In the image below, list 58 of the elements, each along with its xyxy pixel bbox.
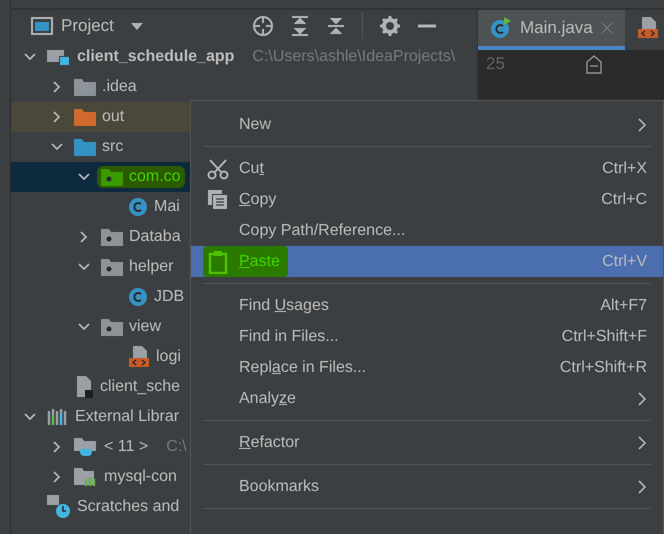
scissors-icon	[207, 158, 229, 180]
menu-item[interactable]: Find in Files... Ctrl+Shift+F	[191, 321, 663, 352]
scratches-clock-icon	[47, 495, 71, 519]
path-hint: C:\	[166, 438, 187, 456]
file-icon	[74, 376, 94, 398]
tree-item[interactable]: External Librar	[75, 408, 180, 426]
tree-item[interactable]: Scratches and	[77, 498, 180, 516]
tree-item[interactable]: < 11 >	[104, 438, 148, 456]
folder-icon	[74, 138, 96, 156]
clipboard-icon	[207, 250, 229, 274]
tree-item[interactable]: client_schedule_app	[77, 48, 234, 66]
class-icon	[490, 17, 512, 39]
crosshair-icon[interactable]	[252, 15, 274, 37]
tree-item[interactable]: logi	[156, 348, 181, 366]
tree-item[interactable]: mysql-con	[104, 468, 177, 486]
folder-icon	[74, 108, 96, 126]
copy-icon	[207, 188, 229, 210]
folder-icon	[101, 168, 123, 186]
menu-item[interactable]: Refactor	[191, 427, 663, 458]
settings-icon[interactable]	[378, 15, 401, 37]
folder-cup-icon	[74, 437, 98, 457]
menu-item[interactable]: New	[191, 109, 663, 140]
expand-all-icon[interactable]	[290, 15, 310, 37]
menu-item[interactable]: Analyze	[191, 383, 663, 414]
menu-item[interactable]: Replace in Files... Ctrl+Shift+R	[191, 352, 663, 383]
panel-title[interactable]: Project	[61, 16, 114, 36]
tree-item[interactable]: out	[102, 108, 124, 126]
menu-item[interactable]: Copy Ctrl+C	[191, 184, 663, 215]
menu-item[interactable]: Copy Path/Reference...	[191, 215, 663, 246]
tree-item[interactable]: JDB	[154, 288, 184, 306]
module-icon	[47, 47, 71, 67]
tree-item[interactable]: .idea	[102, 78, 137, 96]
tree-item[interactable]: src	[102, 138, 124, 156]
tree-item[interactable]: helper	[129, 258, 174, 276]
class-icon	[128, 197, 148, 217]
folder-icon	[101, 318, 123, 336]
menu-item[interactable]: Find Usages Alt+F7	[191, 290, 663, 321]
tree-item[interactable]: view	[129, 318, 162, 336]
tree-item[interactable]: client_sche	[100, 378, 180, 396]
markup-file-icon	[636, 17, 659, 39]
tree-item[interactable]: Mai	[154, 198, 180, 216]
library-icon	[74, 467, 98, 487]
collapse-all-icon[interactable]	[326, 15, 346, 37]
tree-item[interactable]: Databa	[129, 228, 181, 246]
fold-marker-icon[interactable]	[586, 54, 602, 74]
editor-tab[interactable]: Main.java	[478, 10, 625, 50]
markup-file-icon	[128, 346, 150, 368]
dropdown-caret-icon[interactable]	[130, 21, 144, 31]
folder-icon	[101, 258, 123, 276]
folder-icon	[101, 228, 123, 246]
path-hint: C:\Users\ashle\IdeaProjects\	[252, 48, 456, 66]
menu-item[interactable]: Bookmarks	[191, 471, 663, 502]
menu-item[interactable]: Cut Ctrl+X	[191, 153, 663, 184]
class-icon	[128, 287, 148, 307]
window-icon	[31, 17, 53, 35]
line-number: 25	[486, 54, 506, 74]
libraries-icon	[47, 407, 69, 427]
folder-icon	[74, 78, 96, 96]
